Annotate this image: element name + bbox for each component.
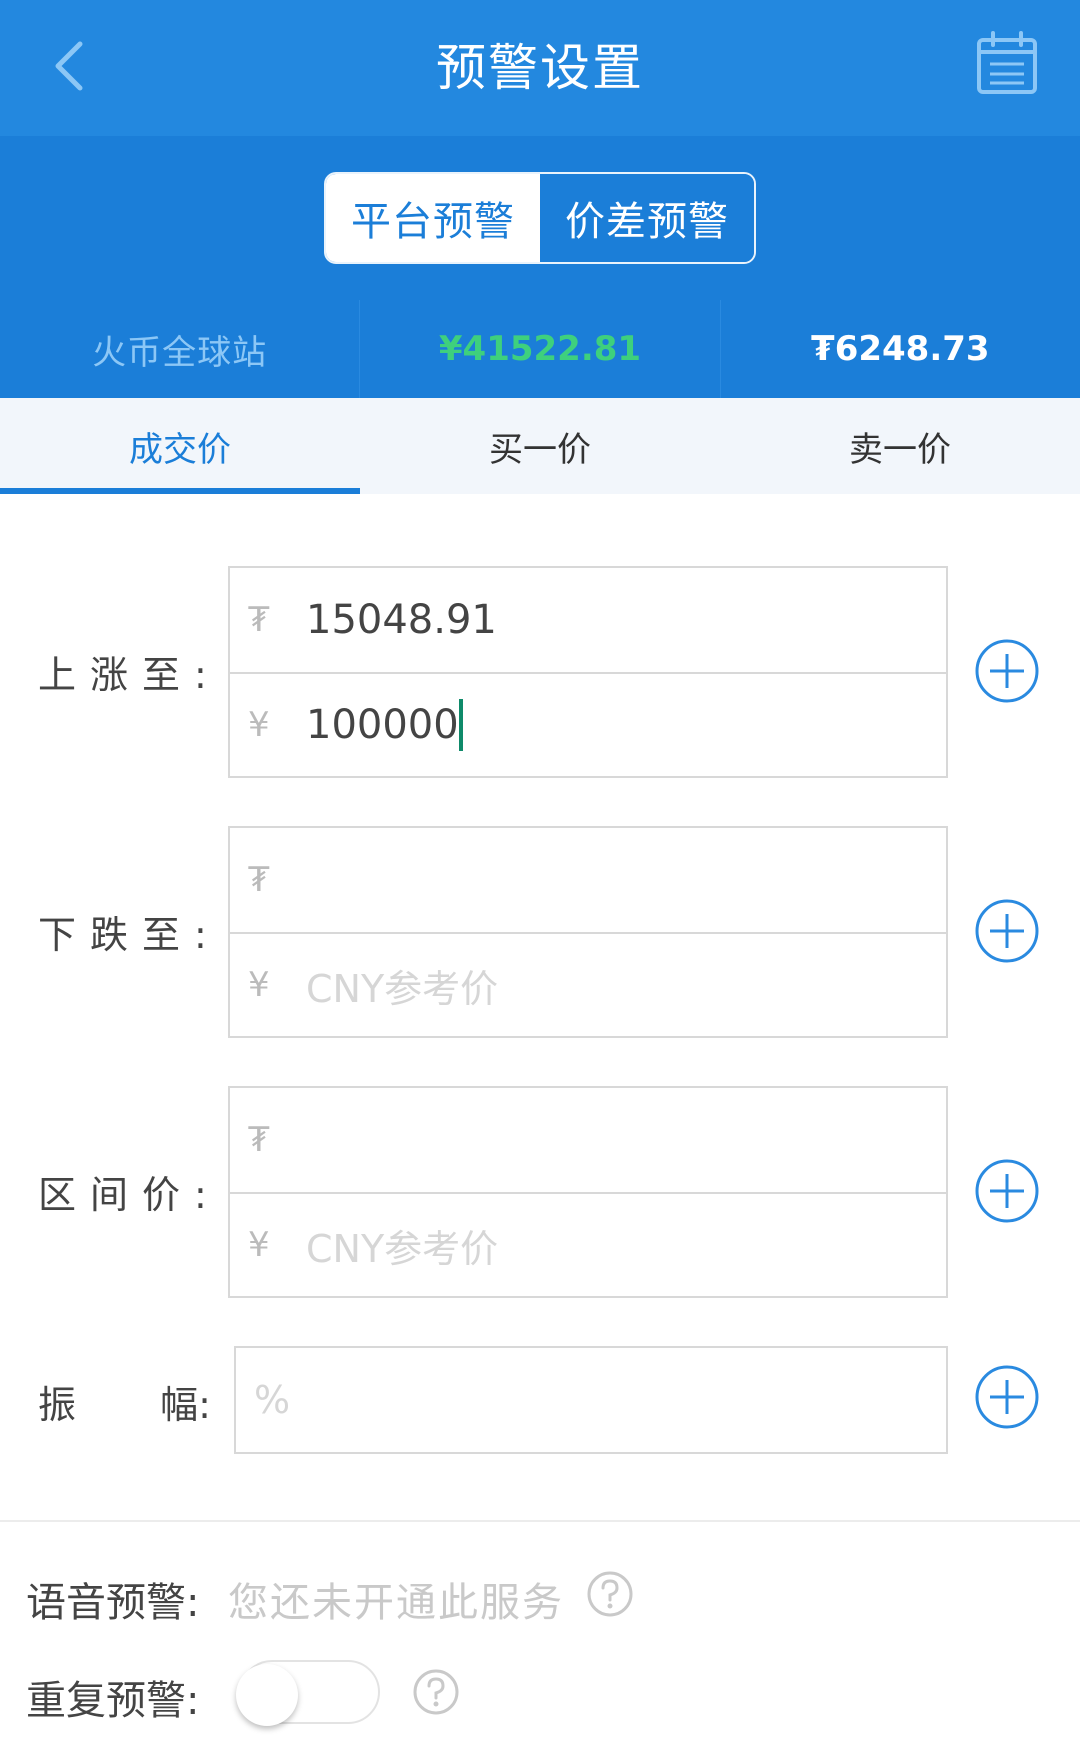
usdt-prefix: ₮: [248, 860, 270, 900]
rise-label: 上涨至:: [38, 653, 221, 697]
cny-prefix: ¥: [248, 1225, 270, 1265]
add-amplitude-alert-icon[interactable]: [974, 1364, 1040, 1430]
text-cursor: [458, 699, 463, 751]
range-input-group: ₮ ¥ CNY参考价: [228, 1086, 948, 1298]
cny-prefix: ¥: [248, 705, 270, 745]
fall-label: 下跌至:: [38, 913, 221, 957]
usdt-prefix: ₮: [248, 1120, 270, 1160]
repeat-help-icon[interactable]: [412, 1668, 460, 1716]
voice-alert-label: 语音预警:: [26, 1580, 200, 1626]
amplitude-field[interactable]: %: [236, 1348, 946, 1452]
rise-input-group: ₮ 15048.91 ¥ 100000: [228, 566, 948, 778]
fall-cny-field[interactable]: ¥ CNY参考价: [230, 932, 946, 1036]
alert-type-segment: 平台预警 价差预警: [324, 172, 756, 264]
repeat-alert-label: 重复预警:: [26, 1678, 200, 1724]
range-cny-field[interactable]: ¥ CNY参考价: [230, 1192, 946, 1296]
fall-input-group: ₮ ¥ CNY参考价: [228, 826, 948, 1038]
add-range-alert-icon[interactable]: [974, 1158, 1040, 1224]
exchange-name[interactable]: 火币全球站: [0, 300, 361, 398]
rise-usdt-field[interactable]: ₮ 15048.91: [230, 568, 946, 672]
tab-last-price[interactable]: 成交价: [0, 398, 360, 494]
range-label: 区间价:: [38, 1173, 221, 1217]
voice-help-icon[interactable]: [586, 1570, 634, 1618]
page-title: 预警设置: [436, 39, 644, 97]
usdt-prefix: ₮: [248, 600, 270, 640]
amplitude-label: 振 幅:: [38, 1374, 211, 1429]
tab-spread-alert[interactable]: 价差预警: [540, 174, 754, 262]
section-divider: [0, 1520, 1080, 1522]
amplitude-placeholder: %: [254, 1378, 291, 1422]
amplitude-label-right: 幅:: [160, 1383, 211, 1427]
add-rise-alert-icon[interactable]: [974, 638, 1040, 704]
fall-usdt-field[interactable]: ₮: [230, 828, 946, 932]
amplitude-input-group: %: [234, 1346, 948, 1454]
calendar-icon[interactable]: [976, 30, 1038, 96]
amplitude-label-left: 振: [38, 1383, 77, 1427]
cny-prefix: ¥: [248, 965, 270, 1005]
alert-type-area: 平台预警 价差预警: [0, 136, 1080, 300]
cny-price: ¥41522.81: [360, 300, 721, 398]
repeat-alert-toggle[interactable]: [236, 1660, 380, 1726]
tab-platform-alert[interactable]: 平台预警: [326, 174, 540, 262]
toggle-knob: [236, 1664, 298, 1726]
range-usdt-field[interactable]: ₮: [230, 1088, 946, 1192]
fall-cny-placeholder: CNY参考价: [306, 966, 499, 1011]
price-type-tabs: 成交价 买一价 卖一价: [0, 398, 1080, 494]
usdt-price: ₮6248.73: [811, 329, 990, 369]
voice-alert-status: 您还未开通此服务: [228, 1580, 564, 1626]
tab-ask-price[interactable]: 卖一价: [720, 398, 1080, 494]
tab-bid-price[interactable]: 买一价: [360, 398, 720, 494]
header: 预警设置: [0, 0, 1080, 136]
rise-cny-field[interactable]: ¥ 100000: [230, 672, 946, 776]
rise-cny-value: 100000: [306, 702, 459, 748]
rise-usdt-value: 15048.91: [306, 597, 497, 643]
add-fall-alert-icon[interactable]: [974, 898, 1040, 964]
range-cny-placeholder: CNY参考价: [306, 1226, 499, 1271]
price-strip: 火币全球站 ¥41522.81 ₮6248.73: [0, 300, 1080, 398]
